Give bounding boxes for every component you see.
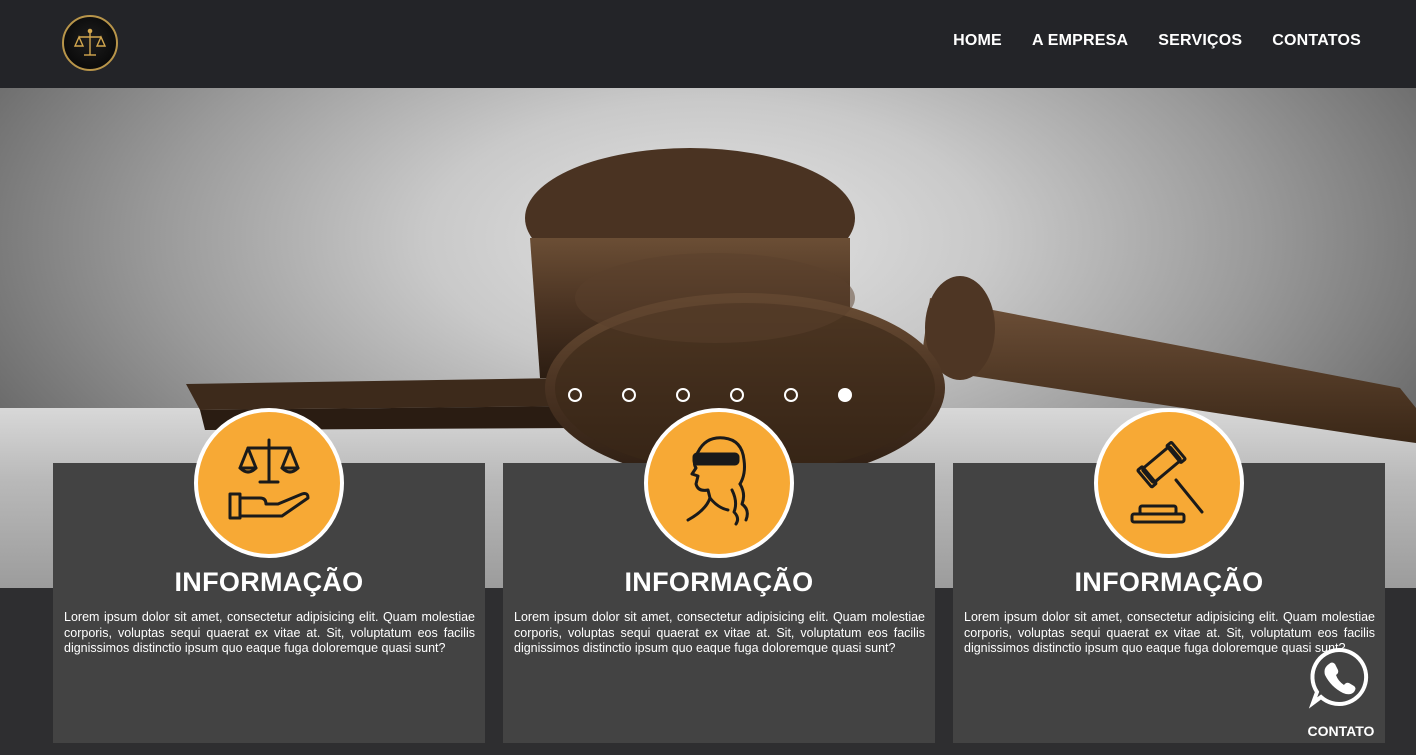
whatsapp-contact-button[interactable]: CONTATO — [1303, 645, 1375, 739]
main-nav: HOME A EMPRESA SERVIÇOS CONTATOS — [953, 32, 1361, 50]
slider-dots — [568, 388, 852, 402]
scales-in-hand-icon — [228, 438, 310, 520]
slider-dot-5[interactable] — [784, 388, 798, 402]
slider-dot-4[interactable] — [730, 388, 744, 402]
whatsapp-icon — [1308, 647, 1369, 709]
card-title: INFORMAÇÃO — [1074, 567, 1264, 597]
card-title: INFORMAÇÃO — [624, 567, 814, 597]
card-text: Lorem ipsum dolor sit amet, consectetur … — [64, 610, 475, 655]
scales-of-justice-icon — [73, 28, 107, 56]
nav-a-empresa[interactable]: A EMPRESA — [1032, 32, 1128, 50]
card-title: INFORMAÇÃO — [174, 567, 364, 597]
site-header: HOME A EMPRESA SERVIÇOS CONTATOS — [0, 0, 1416, 88]
whatsapp-label: CONTATO — [1307, 723, 1375, 739]
slider-dot-1[interactable] — [568, 388, 582, 402]
info-card-2: INFORMAÇÃO Lorem ipsum dolor sit amet, c… — [503, 408, 935, 743]
card-text: Lorem ipsum dolor sit amet, consectetur … — [514, 610, 925, 655]
card-icon-circle — [1094, 408, 1244, 558]
lady-justice-icon — [686, 436, 749, 526]
slider-dot-3[interactable] — [676, 388, 690, 402]
gavel-icon — [1130, 440, 1204, 524]
logo[interactable] — [62, 15, 118, 71]
slider-dot-2[interactable] — [622, 388, 636, 402]
slider-dot-6[interactable] — [838, 388, 852, 402]
card-icon-circle — [644, 408, 794, 558]
nav-servicos[interactable]: SERVIÇOS — [1158, 32, 1242, 50]
info-card-1: INFORMAÇÃO Lorem ipsum dolor sit amet, c… — [53, 408, 485, 743]
card-icon-circle — [194, 408, 344, 558]
nav-contatos[interactable]: CONTATOS — [1272, 32, 1361, 50]
nav-home[interactable]: HOME — [953, 32, 1002, 50]
